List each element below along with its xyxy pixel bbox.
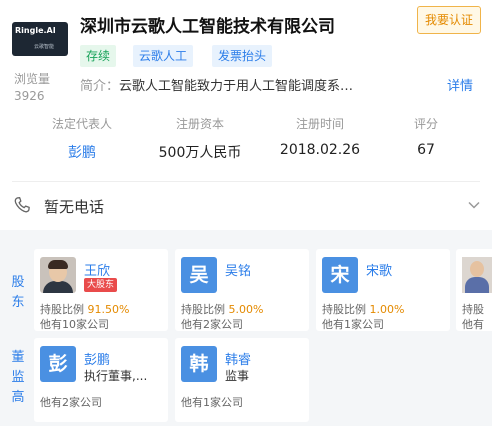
reg-capital-value: 500万人民币 <box>158 145 242 161</box>
company-logo: Ringle.AI 云歌智能 <box>12 22 68 56</box>
executive-role: 执行董事,... <box>84 369 148 383</box>
avatar: 宋 <box>322 257 358 293</box>
company-name: 深圳市云歌人工智能技术有限公司 <box>80 17 335 37</box>
intro-details-link[interactable]: 详情 <box>447 75 473 94</box>
shareholder-name[interactable]: 宋歌 <box>366 260 392 279</box>
share-ratio-partial: 持股 <box>462 303 484 316</box>
executive-card[interactable]: 彭 彭鹏 执行董事,... 他有2家公司 <box>34 338 168 422</box>
status-tag: 存续 <box>80 45 117 67</box>
other-companies: 他有2家公司 <box>181 318 243 331</box>
executives-label-char: 高 <box>11 390 25 405</box>
avatar: 彭 <box>40 346 76 382</box>
score-column: 评分 67 <box>366 115 486 158</box>
major-shareholder-badge: 大股东 <box>84 278 118 292</box>
avatar: 韩 <box>181 346 217 382</box>
logo-text: Ringle.AI <box>15 26 56 35</box>
reg-date-label: 注册时间 <box>295 117 344 131</box>
chevron-down-icon[interactable] <box>467 198 481 212</box>
other-companies: 他有1家公司 <box>181 396 243 409</box>
executive-role: 监事 <box>225 369 250 383</box>
reg-capital-label: 注册资本 <box>175 117 224 131</box>
avatar <box>40 257 76 293</box>
shareholder-name[interactable]: 王欣 <box>84 260 110 279</box>
other-companies: 他有1家公司 <box>322 318 384 331</box>
other-companies-partial: 他有 <box>462 318 484 331</box>
legal-rep-link[interactable]: 彭鹏 <box>22 142 142 162</box>
score-label: 评分 <box>413 117 438 131</box>
intro-label: 简介： <box>80 79 120 94</box>
views-label: 浏览量 <box>14 72 51 86</box>
shareholder-card[interactable]: 宋 宋歌 持股比例 1.00% 他有1家公司 <box>316 249 450 331</box>
share-percent: 1.00% <box>369 303 405 316</box>
share-ratio: 持股比例 91.50% <box>40 303 130 316</box>
reg-date-value: 2018.02.26 <box>279 142 361 158</box>
shareholders-label-char: 股 <box>11 275 25 290</box>
short-name-tag[interactable]: 云歌人工 <box>133 45 194 67</box>
executive-name[interactable]: 韩睿 <box>225 349 251 368</box>
executive-name[interactable]: 彭鹏 <box>84 349 110 368</box>
other-companies: 他有10家公司 <box>40 318 109 331</box>
phone-row[interactable]: 暂无电话 <box>0 186 492 226</box>
legal-rep-label: 法定代表人 <box>51 117 112 131</box>
intro-text: 云歌人工智能致力于用人工智能调度系… <box>119 79 354 94</box>
company-intro: 简介：云歌人工智能致力于用人工智能调度系… <box>80 75 353 94</box>
legal-rep-column: 法定代表人 彭鹏 <box>22 115 142 162</box>
other-companies: 他有2家公司 <box>40 396 102 409</box>
invoice-header-tag[interactable]: 发票抬头 <box>212 45 273 67</box>
reg-date-column: 注册时间 2018.02.26 <box>260 115 380 158</box>
views-count: 3926 <box>14 89 45 103</box>
share-percent: 91.50% <box>87 303 130 316</box>
executives-label-char: 监 <box>11 370 25 385</box>
shareholders-label[interactable]: 股 东 <box>7 273 29 313</box>
shareholder-card-partial[interactable]: 持股 他有 <box>456 249 492 331</box>
executives-label-char: 董 <box>11 350 25 365</box>
shareholder-name[interactable]: 吴铭 <box>225 260 251 279</box>
divider <box>12 181 480 182</box>
share-ratio: 持股比例 1.00% <box>322 303 405 316</box>
score-value: 67 <box>417 142 435 158</box>
phone-text: 暂无电话 <box>44 198 105 216</box>
certify-button[interactable]: 我要认证 <box>417 6 481 34</box>
executives-label[interactable]: 董 监 高 <box>7 348 29 408</box>
executive-card[interactable]: 韩 韩睿 监事 他有1家公司 <box>175 338 309 422</box>
share-ratio: 持股比例 5.00% <box>181 303 264 316</box>
reg-capital-column: 注册资本 500万人民币 <box>140 115 260 162</box>
phone-icon <box>14 197 30 213</box>
logo-subtext: 云歌智能 <box>34 44 55 50</box>
avatar <box>462 257 492 293</box>
section-gap <box>0 230 492 244</box>
shareholders-label-char: 东 <box>11 295 25 310</box>
shareholder-card[interactable]: 吴 吴铭 持股比例 5.00% 他有2家公司 <box>175 249 309 331</box>
share-percent: 5.00% <box>228 303 264 316</box>
shareholder-card[interactable]: 王欣 大股东 持股比例 91.50% 他有10家公司 <box>34 249 168 331</box>
avatar: 吴 <box>181 257 217 293</box>
